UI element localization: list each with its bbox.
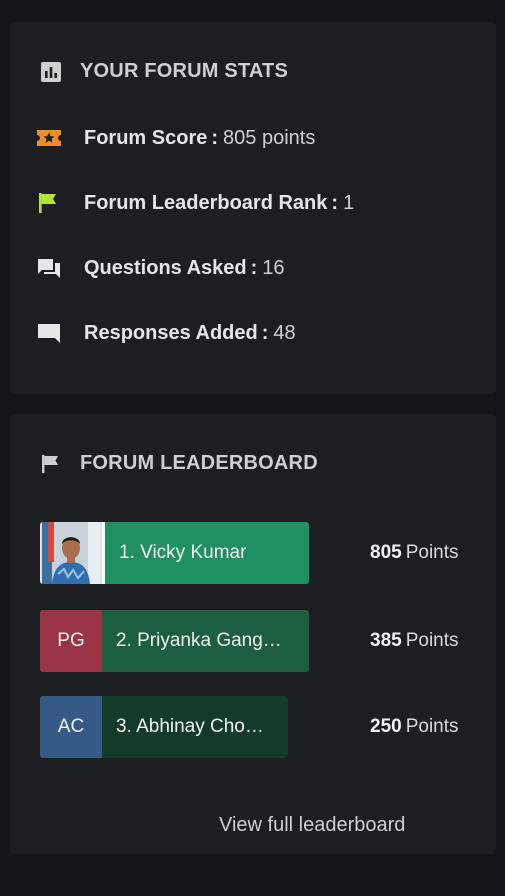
stat-forum-score: Forum Score : 805 points: [36, 126, 315, 150]
forum-leaderboard-card: FORUM LEADERBOARD 1. Vicky Kumar 805 Poi…: [10, 414, 496, 854]
stat-value: 805 points: [223, 126, 316, 149]
stat-label: Questions Asked: [84, 256, 247, 279]
leaderboard-bar: AC 3. Abhinay Cho…: [40, 696, 288, 758]
user-photo-icon: [42, 522, 100, 584]
leaderboard-bar: 1. Vicky Kumar: [40, 522, 309, 584]
leaderboard-points: 250 Points: [370, 696, 459, 758]
forum-leaderboard-header: FORUM LEADERBOARD: [40, 452, 318, 475]
stat-separator: :: [250, 256, 258, 279]
stat-separator: :: [261, 321, 269, 344]
flag-icon: [36, 191, 62, 215]
stat-separator: :: [211, 126, 219, 149]
stat-label: Forum Score: [84, 126, 208, 149]
flag-icon: [40, 453, 62, 475]
leaderboard-entry[interactable]: PG 2. Priyanka Gang… 385 Points: [40, 610, 480, 672]
points-value: 250: [370, 716, 402, 737]
leaderboard-points: 805 Points: [370, 522, 459, 584]
avatar: [40, 522, 105, 584]
view-full-leaderboard-link[interactable]: View full leaderboard: [219, 814, 405, 837]
points-unit: Points: [405, 630, 459, 651]
leaderboard-entry[interactable]: AC 3. Abhinay Cho… 250 Points: [40, 696, 480, 758]
points-value: 385: [370, 630, 402, 651]
stat-questions-asked: Questions Asked : 16: [36, 256, 285, 280]
forum-stats-header: YOUR FORUM STATS: [40, 60, 288, 83]
ticket-star-icon: [36, 126, 62, 150]
points-value: 805: [370, 542, 402, 563]
forum-icon: [36, 256, 62, 280]
stat-label: Responses Added: [84, 321, 258, 344]
bar-chart-icon: [40, 61, 62, 83]
stat-leaderboard-rank: Forum Leaderboard Rank : 1: [36, 191, 354, 215]
stat-separator: :: [331, 191, 339, 214]
avatar: PG: [40, 610, 102, 672]
stat-label: Forum Leaderboard Rank: [84, 191, 328, 214]
comment-icon: [36, 321, 62, 345]
forum-stats-title: YOUR FORUM STATS: [80, 60, 289, 82]
forum-leaderboard-title: FORUM LEADERBOARD: [80, 452, 318, 474]
avatar: AC: [40, 696, 102, 758]
leaderboard-bar: PG 2. Priyanka Gang…: [40, 610, 309, 672]
leaderboard-entry[interactable]: 1. Vicky Kumar 805 Points: [40, 522, 480, 584]
stat-value: 48: [273, 321, 296, 344]
leaderboard-name: 3. Abhinay Cho…: [116, 716, 264, 737]
stat-responses-added: Responses Added : 48: [36, 321, 296, 345]
stat-value: 16: [262, 256, 285, 279]
points-unit: Points: [405, 716, 459, 737]
stat-value: 1: [343, 191, 355, 214]
leaderboard-points: 385 Points: [370, 610, 459, 672]
leaderboard-name: 2. Priyanka Gang…: [116, 630, 282, 651]
points-unit: Points: [405, 542, 459, 563]
forum-stats-card: YOUR FORUM STATS Forum Score : 805 point…: [10, 22, 496, 394]
leaderboard-name: 1. Vicky Kumar: [119, 542, 247, 563]
